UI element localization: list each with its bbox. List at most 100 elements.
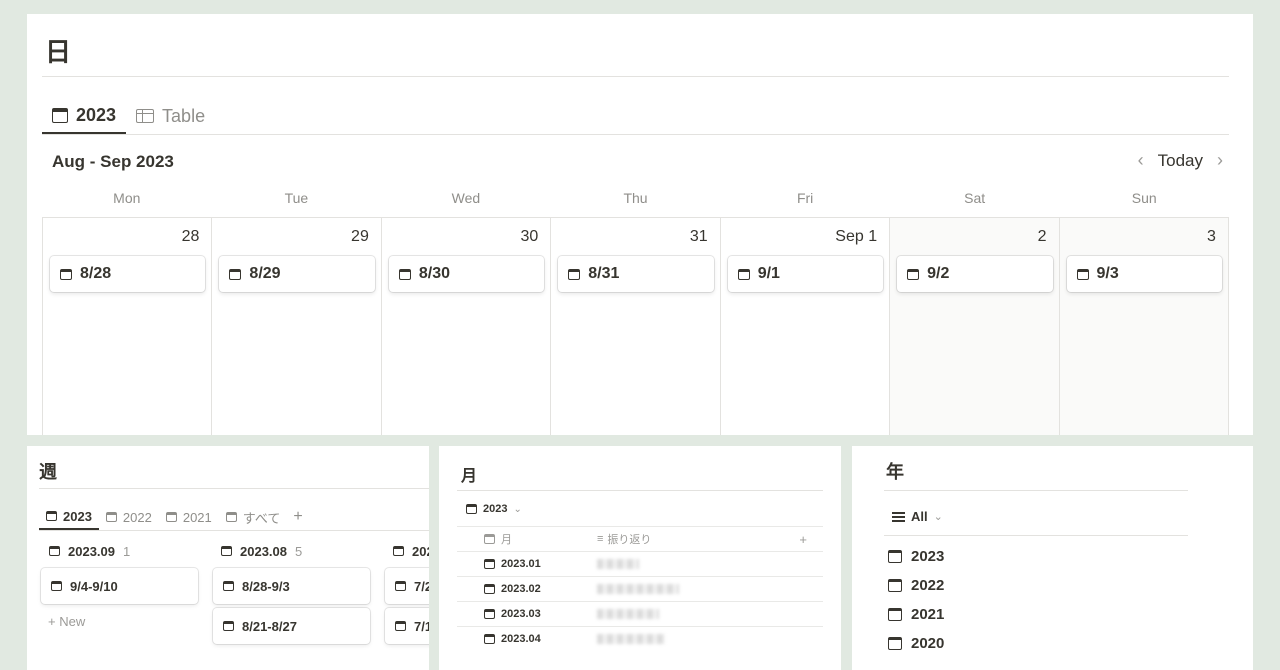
event-card[interactable]: 9/3 <box>1066 256 1222 292</box>
day-calendar-panel: 日 2023 Table Aug - Sep 2023 ‹ Today › Mo… <box>27 14 1253 435</box>
tab-all[interactable]: すべて <box>219 504 288 530</box>
weekday-label: Sun <box>1131 190 1157 206</box>
section-title: 週 <box>39 462 57 482</box>
tab-2022[interactable]: 2022 <box>99 504 159 530</box>
date-range-label: Aug - Sep 2023 <box>52 152 174 171</box>
section-title: 年 <box>886 462 904 482</box>
calendar-icon <box>46 511 57 521</box>
weekday-header: Mon Tue Wed Thu Fri Sat Sun <box>42 190 1229 206</box>
calendar-icon <box>395 621 406 631</box>
card-title: 8/28-9/3 <box>242 578 290 594</box>
calendar-icon <box>51 581 62 591</box>
weekday-label: Thu <box>623 190 648 206</box>
view-selector[interactable]: All ⌄ <box>892 509 943 524</box>
table-row[interactable]: 2023.01 <box>457 551 823 576</box>
new-card-button[interactable]: + New <box>41 614 198 629</box>
calendar-icon <box>60 268 72 280</box>
calendar-icon <box>484 634 495 644</box>
event-card[interactable]: 8/29 <box>219 256 375 292</box>
calendar-icon <box>52 107 68 123</box>
event-card[interactable]: 8/28 <box>50 256 206 292</box>
group-label: 2023.08 <box>240 543 287 559</box>
group-count: 5 <box>295 543 303 559</box>
divider <box>42 134 1229 135</box>
divider <box>39 488 429 489</box>
board-card[interactable]: 9/4-9/10 <box>41 568 198 604</box>
divider <box>457 490 823 491</box>
week-board-panel: 週 2023 2022 2021 すべて + 2023.09 1 9/4-9/1… <box>27 446 429 670</box>
board-card[interactable]: 8/28-9/3 <box>213 568 370 604</box>
calendar-icon <box>395 581 406 591</box>
event-card[interactable]: 8/31 <box>558 256 714 292</box>
event-card[interactable]: 9/1 <box>727 256 884 292</box>
divider <box>42 76 1229 77</box>
today-button[interactable]: Today <box>1158 151 1203 171</box>
calendar-icon <box>398 268 411 280</box>
day-number: 30 <box>520 228 539 245</box>
calendar-icon <box>223 621 234 631</box>
table-row[interactable]: 2023.04 <box>457 626 823 651</box>
calendar-icon <box>907 268 920 280</box>
section-title: 月 <box>461 468 478 485</box>
month-table-panel: 月 2023 ⌄ 月 ≡ 振り返り + 2023.01 2023.02 2023… <box>439 446 841 670</box>
list-item[interactable]: 2021 <box>888 606 944 623</box>
table-row[interactable]: 2023.02 <box>457 576 823 601</box>
redacted-text <box>597 609 659 619</box>
board-group: 2023.07 7/24-7/30 7/17-7/23 <box>385 542 429 644</box>
calendar-grid: 28 8/28 29 8/29 30 8/30 31 8/31 Sep 1 9/… <box>42 217 1229 435</box>
calendar-nav: ‹ Today › <box>1138 150 1223 171</box>
table-row[interactable]: 2023.03 <box>457 601 823 626</box>
calendar-icon <box>484 559 495 569</box>
calendar-icon <box>225 512 237 522</box>
chevron-down-icon: ⌄ <box>933 511 943 523</box>
calendar-icon <box>484 609 495 619</box>
calendar-icon <box>105 512 117 522</box>
view-selector[interactable]: 2023 ⌄ <box>466 503 522 515</box>
redacted-text <box>597 584 679 594</box>
tab-label: 2021 <box>182 509 212 525</box>
event-card[interactable]: 8/30 <box>388 256 545 292</box>
list-item[interactable]: 2020 <box>888 635 944 652</box>
calendar-day-cell[interactable]: 30 8/30 <box>380 218 550 435</box>
tab-2023[interactable]: 2023 <box>39 504 99 530</box>
chevron-right-icon[interactable]: › <box>1217 150 1223 171</box>
calendar-day-cell[interactable]: 2 9/2 <box>889 218 1059 435</box>
add-view-button[interactable]: + <box>287 504 308 530</box>
list-item[interactable]: 2023 <box>888 548 944 565</box>
list-item[interactable]: 2022 <box>888 577 944 594</box>
board-card[interactable]: 8/21-8/27 <box>213 608 370 644</box>
row-title: 2023.02 <box>501 583 541 595</box>
board-group: 2023.09 1 9/4-9/10 + New <box>41 542 198 629</box>
column-header[interactable]: ≡ 振り返り + <box>597 531 823 547</box>
calendar-day-cell[interactable]: 29 8/29 <box>211 218 380 435</box>
calendar-day-cell[interactable]: Sep 1 9/1 <box>719 218 889 435</box>
chevron-left-icon[interactable]: ‹ <box>1138 150 1144 171</box>
column-header[interactable]: 月 <box>457 531 597 547</box>
weekday-label: Tue <box>284 190 309 206</box>
calendar-icon <box>229 268 242 280</box>
text-property-icon: ≡ <box>597 533 604 545</box>
calendar-icon <box>888 637 902 650</box>
tab-table[interactable]: Table <box>126 98 215 134</box>
event-card[interactable]: 9/2 <box>897 256 1053 292</box>
event-title: 9/1 <box>757 265 780 282</box>
tab-2021[interactable]: 2021 <box>159 504 219 530</box>
item-title: 2022 <box>911 577 945 594</box>
calendar-day-cell[interactable]: 28 8/28 <box>42 218 211 435</box>
redacted-text <box>597 634 665 644</box>
weekday-label: Mon <box>113 190 141 206</box>
view-label: 2023 <box>483 503 508 515</box>
chevron-down-icon: ⌄ <box>513 503 522 515</box>
card-title: 7/17-7/23 <box>414 618 429 634</box>
card-title: 8/21-8/27 <box>242 618 297 634</box>
event-title: 8/31 <box>588 265 620 282</box>
table-header-row: 月 ≡ 振り返り + <box>457 526 823 551</box>
tab-label: 2023 <box>76 104 117 125</box>
tab-2023[interactable]: 2023 <box>42 98 127 134</box>
board-card[interactable]: 7/17-7/23 <box>385 608 429 644</box>
weekday-label: Sat <box>964 190 986 206</box>
add-column-button[interactable]: + <box>799 532 807 547</box>
calendar-day-cell[interactable]: 31 8/31 <box>550 218 719 435</box>
calendar-day-cell[interactable]: 3 9/3 <box>1058 218 1229 435</box>
board-card[interactable]: 7/24-7/30 <box>385 568 429 604</box>
